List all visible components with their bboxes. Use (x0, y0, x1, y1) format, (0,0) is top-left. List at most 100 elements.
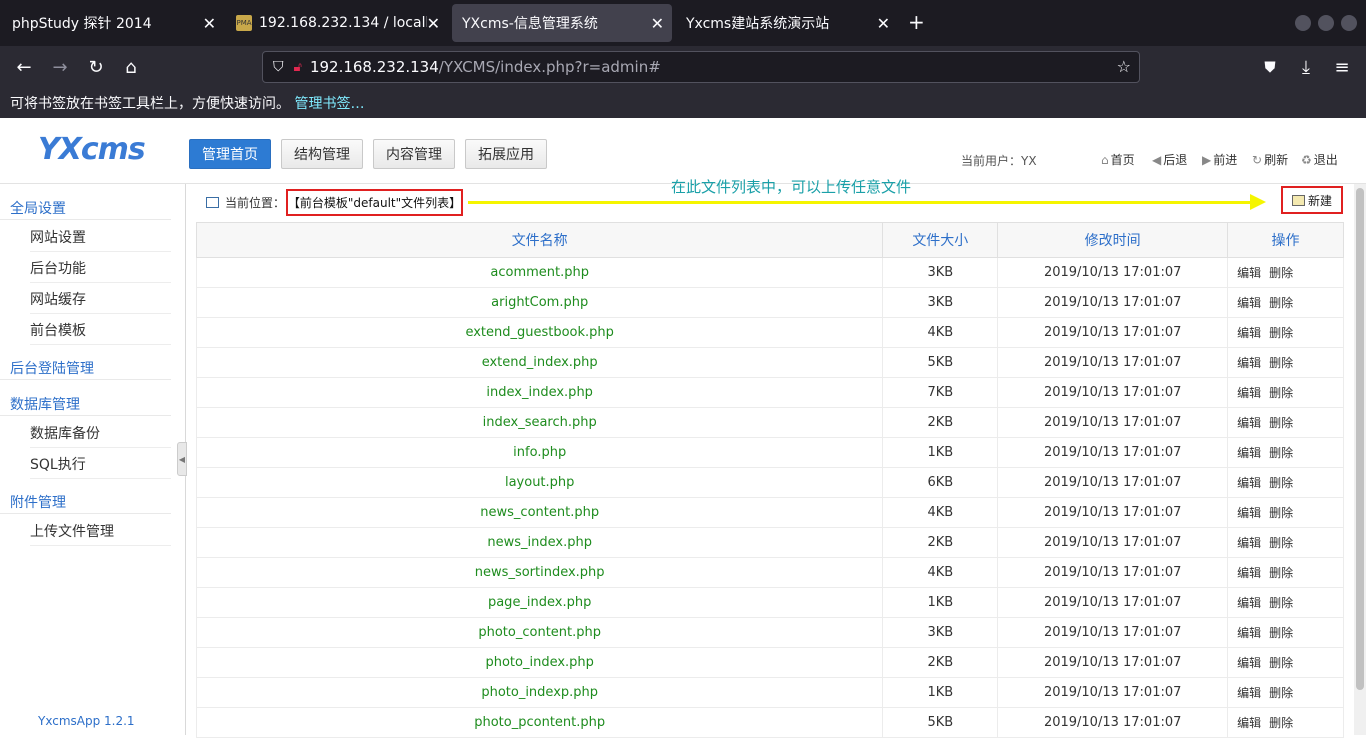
delete-link[interactable]: 删除 (1269, 566, 1293, 580)
edit-link[interactable]: 编辑 (1237, 536, 1261, 550)
file-name[interactable]: info.php (195, 437, 884, 468)
edit-link[interactable]: 编辑 (1237, 656, 1261, 670)
file-name[interactable]: layout.php (195, 467, 884, 498)
edit-link[interactable]: 编辑 (1237, 566, 1261, 580)
edit-link[interactable]: 编辑 (1237, 476, 1261, 490)
close-icon[interactable]: ✕ (651, 14, 664, 33)
edit-link[interactable]: 编辑 (1237, 686, 1261, 700)
column-header-filename[interactable]: 文件名称 (195, 222, 884, 258)
delete-link[interactable]: 删除 (1269, 266, 1293, 280)
insecure-lock-icon[interactable]: 🔓︎ (294, 60, 302, 75)
tab-phpstudy[interactable]: phpStudy 探针 2014 ✕ (2, 4, 224, 42)
edit-link[interactable]: 编辑 (1237, 446, 1261, 460)
file-name[interactable]: acomment.php (195, 257, 884, 288)
sidebar-item-db-backup[interactable]: 数据库备份 (30, 417, 171, 448)
delete-link[interactable]: 删除 (1269, 626, 1293, 640)
header-refresh-link[interactable]: ↻ 刷新 (1252, 151, 1288, 168)
tab-yxcms-admin[interactable]: YXcms-信息管理系统 ✕ (452, 4, 672, 42)
scrollbar-thumb[interactable] (1356, 188, 1364, 690)
delete-link[interactable]: 删除 (1269, 536, 1293, 550)
sidebar-item-frontend-templates[interactable]: 前台模板 (30, 314, 171, 345)
delete-link[interactable]: 删除 (1269, 416, 1293, 430)
header-logout-link[interactable]: ♻ 退出 (1301, 151, 1338, 168)
minimize-window-icon[interactable] (1295, 15, 1311, 31)
header-home-link[interactable]: ⌂ 首页 (1101, 151, 1135, 168)
sidebar-collapse-handle[interactable]: ◀ (177, 442, 187, 476)
edit-link[interactable]: 编辑 (1237, 416, 1261, 430)
maximize-window-icon[interactable] (1318, 15, 1334, 31)
delete-link[interactable]: 删除 (1269, 686, 1293, 700)
file-name[interactable]: extend_index.php (195, 347, 884, 378)
file-name[interactable]: news_index.php (195, 527, 884, 558)
file-name[interactable]: extend_guestbook.php (195, 317, 884, 348)
edit-link[interactable]: 编辑 (1237, 296, 1261, 310)
shield-icon[interactable]: ⛉ (273, 59, 284, 75)
download-icon[interactable]: ⤓ (1294, 55, 1318, 79)
delete-link[interactable]: 删除 (1269, 446, 1293, 460)
delete-link[interactable]: 删除 (1269, 656, 1293, 670)
tab-phpmyadmin[interactable]: PMA 192.168.232.134 / localhost ✕ (226, 4, 448, 42)
forward-arrow-icon[interactable]: → (48, 55, 72, 79)
file-name[interactable]: page_index.php (195, 587, 884, 618)
page-scrollbar[interactable] (1354, 184, 1366, 735)
file-name[interactable]: photo_indexp.php (195, 677, 884, 708)
delete-link[interactable]: 删除 (1269, 386, 1293, 400)
sidebar-item-site-cache[interactable]: 网站缓存 (30, 283, 171, 314)
delete-link[interactable]: 删除 (1269, 476, 1293, 490)
back-arrow-icon[interactable]: ← (12, 55, 36, 79)
delete-link[interactable]: 删除 (1269, 506, 1293, 520)
file-name[interactable]: photo_index.php (195, 647, 884, 678)
edit-link[interactable]: 编辑 (1237, 386, 1261, 400)
column-header-size[interactable]: 文件大小 (882, 222, 999, 258)
sidebar-group-attachments[interactable]: 附件管理 (0, 482, 171, 514)
edit-link[interactable]: 编辑 (1237, 506, 1261, 520)
close-icon[interactable]: ✕ (427, 14, 440, 33)
file-name[interactable]: index_index.php (195, 377, 884, 408)
new-tab-plus-icon[interactable]: + (908, 12, 925, 32)
address-bar[interactable]: ⛉ 🔓︎ 192.168.232.134 /YXCMS/index.php?r=… (262, 51, 1140, 83)
file-name[interactable]: news_content.php (195, 497, 884, 528)
delete-link[interactable]: 删除 (1269, 296, 1293, 310)
edit-link[interactable]: 编辑 (1237, 266, 1261, 280)
sidebar-item-backend-features[interactable]: 后台功能 (30, 252, 171, 283)
edit-link[interactable]: 编辑 (1237, 596, 1261, 610)
new-file-button[interactable]: 新建 (1281, 186, 1343, 214)
delete-link[interactable]: 删除 (1269, 356, 1293, 370)
file-name[interactable]: photo_content.php (195, 617, 884, 648)
header-back-link[interactable]: ◀ 后退 (1152, 151, 1187, 168)
tab-yxcms-demo[interactable]: Yxcms建站系统演示站 ✕ (676, 4, 898, 42)
yxcms-logo: YXcms (38, 132, 146, 167)
home-icon[interactable]: ⌂ (119, 55, 143, 79)
edit-link[interactable]: 编辑 (1237, 356, 1261, 370)
manage-bookmarks-link[interactable]: 管理书签… (294, 96, 364, 112)
menu-hamburger-icon[interactable]: ≡ (1330, 55, 1354, 79)
reload-icon[interactable]: ↻ (84, 55, 108, 79)
menu-home-button[interactable]: 管理首页 (189, 139, 271, 169)
file-name[interactable]: photo_pcontent.php (195, 707, 884, 738)
sidebar-group-database[interactable]: 数据库管理 (0, 384, 171, 416)
close-window-icon[interactable] (1341, 15, 1357, 31)
sidebar-group-login-management[interactable]: 后台登陆管理 (0, 348, 171, 380)
file-name[interactable]: index_search.php (195, 407, 884, 438)
file-name[interactable]: news_sortindex.php (195, 557, 884, 588)
delete-link[interactable]: 删除 (1269, 596, 1293, 610)
bookmark-star-icon[interactable]: ☆ (1117, 57, 1131, 76)
file-name[interactable]: arightCom.php (195, 287, 884, 318)
delete-link[interactable]: 删除 (1269, 716, 1293, 730)
close-icon[interactable]: ✕ (203, 14, 216, 33)
close-icon[interactable]: ✕ (877, 14, 890, 33)
sidebar-item-upload-files[interactable]: 上传文件管理 (30, 515, 171, 546)
pocket-icon[interactable]: ⛊ (1258, 55, 1282, 79)
sidebar-group-global-settings[interactable]: 全局设置 (0, 188, 171, 220)
edit-link[interactable]: 编辑 (1237, 626, 1261, 640)
menu-content-button[interactable]: 内容管理 (373, 139, 455, 169)
sidebar-item-sql-exec[interactable]: SQL执行 (30, 448, 171, 479)
header-forward-link[interactable]: ▶ 前进 (1202, 151, 1237, 168)
edit-link[interactable]: 编辑 (1237, 326, 1261, 340)
menu-extension-button[interactable]: 拓展应用 (465, 139, 547, 169)
delete-link[interactable]: 删除 (1269, 326, 1293, 340)
menu-structure-button[interactable]: 结构管理 (281, 139, 363, 169)
edit-link[interactable]: 编辑 (1237, 716, 1261, 730)
column-header-modified[interactable]: 修改时间 (997, 222, 1229, 258)
sidebar-item-site-settings[interactable]: 网站设置 (30, 221, 171, 252)
